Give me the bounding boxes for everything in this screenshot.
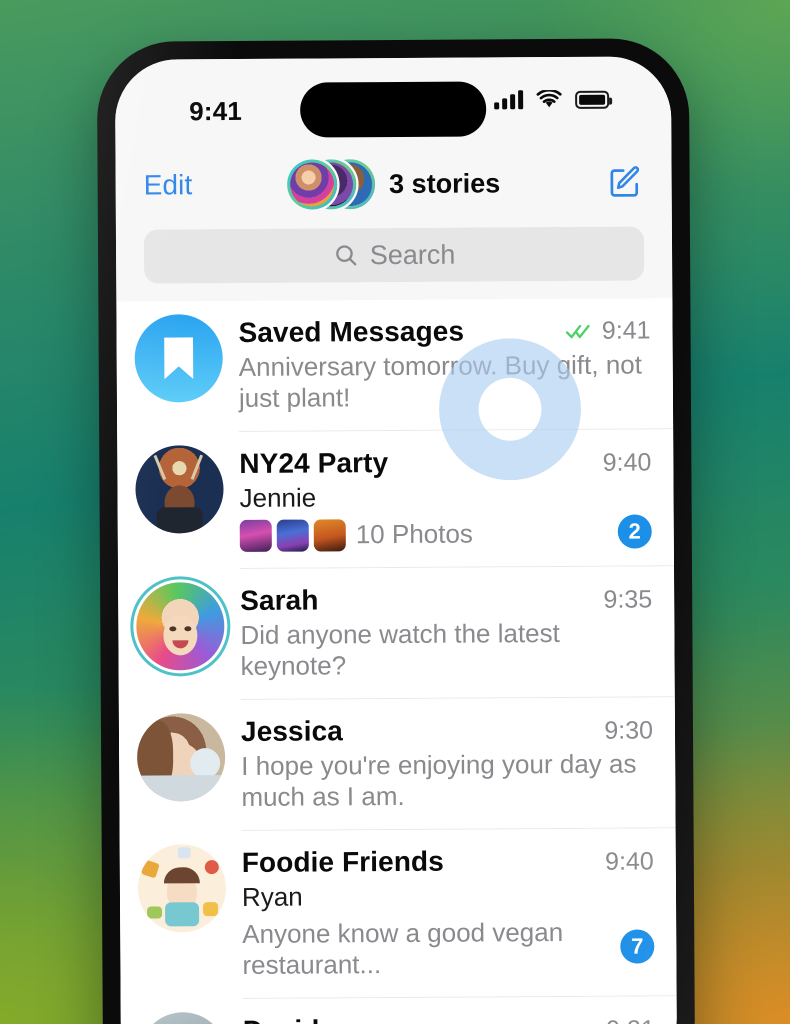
stories-button[interactable]: 3 stories xyxy=(286,158,501,210)
stories-count-label: 3 stories xyxy=(389,167,501,199)
chat-preview: I hope you're enjoying your day as much … xyxy=(241,748,637,813)
photo-thumbnail-3 xyxy=(313,519,346,552)
status-bar: 9:41 xyxy=(114,56,672,142)
search-placeholder-text: Search xyxy=(369,239,456,270)
wifi-icon xyxy=(536,89,562,108)
chat-list[interactable]: Saved Messages 9:41 Anniversary tomorrow… xyxy=(116,298,678,1024)
chat-title: Foodie Friends xyxy=(241,845,444,878)
chat-time: 9:40 xyxy=(602,448,652,477)
edit-button[interactable]: Edit xyxy=(144,169,193,201)
chat-row-foodie-friends[interactable]: Foodie Friends 9:40 Ryan Anyone know a g… xyxy=(119,828,677,1000)
story-avatar-1 xyxy=(286,159,338,210)
unread-badge: 7 xyxy=(620,929,655,964)
avatar xyxy=(137,843,227,933)
navigation-bar: Edit 3 stories xyxy=(115,138,672,230)
avatar xyxy=(136,581,225,671)
dynamic-island xyxy=(300,81,487,138)
search-icon xyxy=(335,245,357,266)
chat-time: 9:30 xyxy=(604,716,654,745)
chat-time: 9:41 xyxy=(601,316,651,345)
avatar xyxy=(138,1011,228,1024)
chat-row-saved-messages[interactable]: Saved Messages 9:41 Anniversary tomorrow… xyxy=(116,298,674,433)
photo-thumbnail-2 xyxy=(276,519,309,552)
avatar xyxy=(136,712,226,802)
phone-frame: 9:41 Edit 3 stories Search Saved Message… xyxy=(96,38,696,1024)
chat-sender: Ryan xyxy=(241,881,303,912)
battery-full-icon xyxy=(575,90,610,109)
chat-title: Jessica xyxy=(240,715,343,747)
search-input[interactable]: Search xyxy=(143,226,645,284)
saved-messages-icon xyxy=(134,314,223,403)
stories-avatar-stack xyxy=(286,159,376,210)
unread-badge: 2 xyxy=(617,514,652,550)
photo-thumbnails xyxy=(239,519,346,552)
cellular-bars-icon xyxy=(494,90,524,110)
chat-time: 9:21 xyxy=(606,1015,655,1024)
status-bar-icons xyxy=(494,89,610,110)
chat-row-jessica[interactable]: Jessica 9:30 I hope you're enjoying your… xyxy=(118,697,676,832)
chat-preview: 10 Photos xyxy=(355,518,473,550)
chat-row-ny24-party[interactable]: NY24 Party 9:40 Jennie 10 Photos 2 xyxy=(117,429,674,570)
chat-time: 9:35 xyxy=(603,585,653,614)
avatar xyxy=(135,444,224,534)
chat-title: NY24 Party xyxy=(239,446,389,479)
chat-preview: Anniversary tomorrow. Buy gift, not just… xyxy=(238,349,643,414)
search-area: Search xyxy=(115,226,673,302)
chat-sender: Jennie xyxy=(239,482,317,513)
photo-thumbnail-1 xyxy=(239,519,272,552)
status-bar-clock: 9:41 xyxy=(189,95,243,127)
chat-time: 9:40 xyxy=(605,847,654,876)
chat-row-david[interactable]: David 9:21 Photo xyxy=(120,995,678,1024)
double-check-icon xyxy=(566,324,590,339)
chat-title: David xyxy=(243,1014,320,1024)
chat-title: Sarah xyxy=(240,584,319,616)
bookmark-icon xyxy=(164,337,194,380)
chat-preview: Did anyone watch the latest keynote? xyxy=(240,617,560,682)
chat-row-sarah[interactable]: Sarah 9:35 Did anyone watch the latest k… xyxy=(117,566,675,701)
phone-screen: 9:41 Edit 3 stories Search Saved Message… xyxy=(114,56,678,1024)
chat-preview: Anyone know a good vegan restaurant... xyxy=(242,916,564,981)
chat-title: Saved Messages xyxy=(238,315,465,348)
compose-icon[interactable] xyxy=(608,165,642,199)
